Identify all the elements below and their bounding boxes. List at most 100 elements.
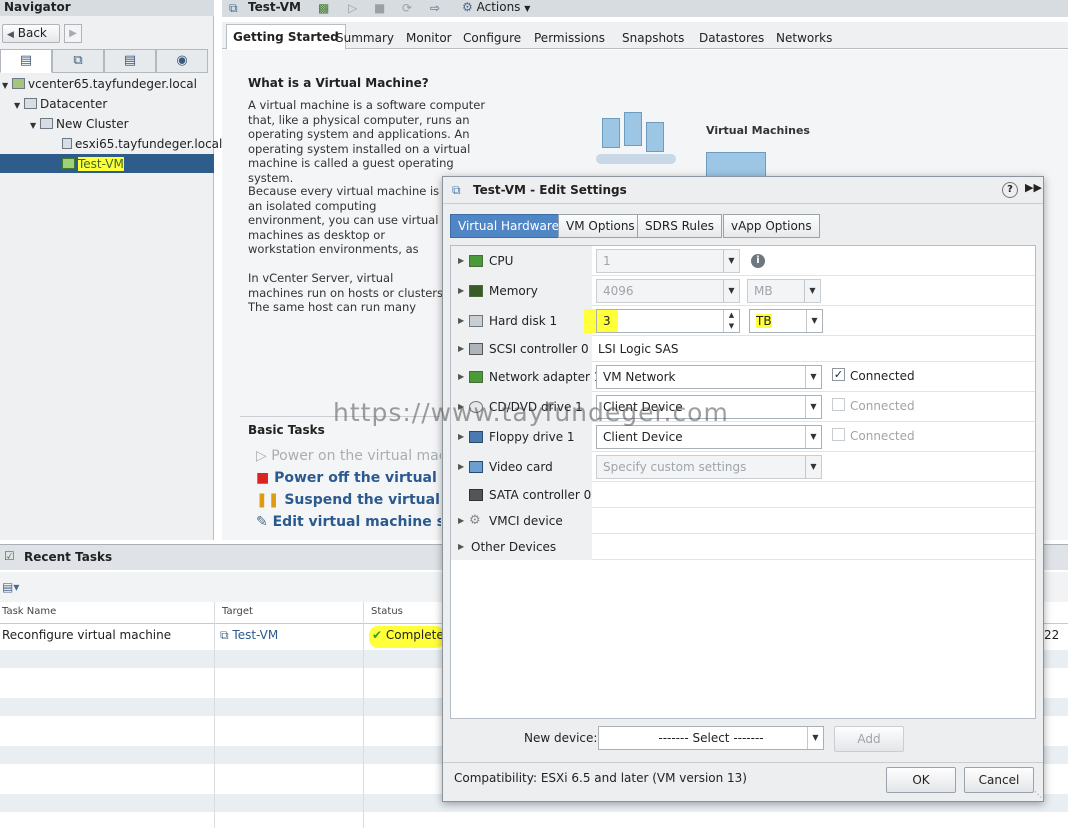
- back-arrow-icon: ◀: [7, 30, 14, 40]
- watermark: https://www.tayfundeger.com: [333, 398, 729, 427]
- tab-networks[interactable]: Networks: [770, 27, 838, 49]
- tree-item-cluster[interactable]: ▼ New Cluster: [30, 115, 129, 133]
- vm-icon: [62, 158, 75, 169]
- paragraph-2: Because every virtual machine is an isol…: [248, 184, 440, 256]
- vcenter-icon: [12, 78, 25, 89]
- network-connected-checkbox[interactable]: ✓: [832, 368, 845, 381]
- resize-grip-icon[interactable]: ⋱: [1034, 790, 1042, 799]
- floppy-connected-checkbox[interactable]: [832, 428, 845, 441]
- networking-tab-icon[interactable]: ◉: [156, 49, 208, 73]
- migrate-icon[interactable]: ⇨: [430, 1, 440, 15]
- cancel-button[interactable]: Cancel: [964, 767, 1034, 793]
- task-power-off[interactable]: ■ Power off the virtual machine: [256, 470, 441, 486]
- cpu-label: CPU: [489, 254, 514, 268]
- sata-label: SATA controller 0: [489, 488, 592, 502]
- virtual-machines-illustration: [596, 112, 766, 180]
- network-label: Network adapter 1: [489, 370, 602, 384]
- cddvd-connected-label: Connected: [850, 399, 915, 413]
- tab-configure[interactable]: Configure: [457, 27, 527, 49]
- expand-caret-icon[interactable]: ▶: [458, 316, 464, 325]
- tab-getting-started[interactable]: Getting Started: [226, 24, 346, 50]
- add-button[interactable]: Add: [834, 726, 904, 752]
- tab-monitor[interactable]: Monitor: [400, 27, 458, 49]
- tree-item-host[interactable]: esxi65.tayfundeger.local: [62, 135, 222, 153]
- hard-disk-size-input[interactable]: 3 ▲ ▼: [596, 309, 740, 333]
- illustration-label: Virtual Machines: [706, 124, 810, 137]
- help-icon[interactable]: ?: [1002, 182, 1018, 198]
- cddvd-connected-checkbox[interactable]: [832, 398, 845, 411]
- vm-icon: ⧉: [220, 628, 229, 642]
- new-device-select[interactable]: ------- Select ------- ▼: [598, 726, 824, 750]
- cpu-select[interactable]: 1 ▼: [596, 249, 740, 273]
- back-button[interactable]: ◀ Back: [2, 24, 60, 43]
- cpu-icon: [469, 255, 483, 267]
- ok-button[interactable]: OK: [886, 767, 956, 793]
- vm-title-icon: ⧉: [229, 1, 238, 15]
- network-select[interactable]: VM Network ▼: [596, 365, 822, 389]
- storage-tab-icon[interactable]: ▤: [104, 49, 156, 73]
- task-suspend[interactable]: ❚❚ Suspend the virtual machine: [256, 492, 441, 508]
- expand-caret-icon[interactable]: ▶: [458, 372, 464, 381]
- video-select[interactable]: Specify custom settings ▼: [596, 455, 822, 479]
- column-divider: [363, 602, 364, 828]
- chevron-down-icon: ▼: [805, 396, 821, 418]
- info-icon[interactable]: i: [751, 254, 765, 268]
- network-connected-label: Connected: [850, 369, 915, 383]
- expand-caret-icon[interactable]: ▶: [458, 344, 464, 353]
- memory-unit-select[interactable]: MB ▼: [747, 279, 821, 303]
- tab-vm-options[interactable]: VM Options: [558, 214, 643, 238]
- video-label: Video card: [489, 460, 553, 474]
- hard-disk-unit-select[interactable]: TB ▼: [749, 309, 823, 333]
- task-target-cell[interactable]: ⧉ Test-VM: [220, 628, 278, 643]
- expand-caret-icon[interactable]: ▶: [458, 542, 464, 551]
- forward-button[interactable]: ▶: [64, 24, 82, 43]
- scsi-controller-icon: [469, 343, 483, 355]
- task-filter-icon[interactable]: ▤▾: [2, 580, 19, 594]
- floppy-label: Floppy drive 1: [489, 430, 575, 444]
- compatibility-text: Compatibility: ESXi 6.5 and later (VM ve…: [454, 771, 747, 785]
- dialog-footer-divider: [443, 762, 1043, 763]
- tab-snapshots[interactable]: Snapshots: [616, 27, 690, 49]
- tree-item-datacenter[interactable]: ▼ Datacenter: [14, 95, 107, 113]
- vms-templates-tab-icon[interactable]: ⧉: [52, 49, 104, 73]
- column-status[interactable]: Status: [371, 606, 403, 617]
- task-edit-settings[interactable]: ✎ Edit virtual machine settings: [256, 514, 441, 530]
- task-name-cell: Reconfigure virtual machine: [2, 628, 172, 642]
- memory-label: Memory: [489, 284, 538, 298]
- play-icon[interactable]: ▷: [348, 1, 357, 15]
- refresh-icon[interactable]: ⟳: [402, 1, 412, 15]
- column-target[interactable]: Target: [222, 606, 253, 617]
- actions-menu[interactable]: ⚙ Actions ▼: [462, 0, 530, 14]
- stop-icon[interactable]: ■: [374, 1, 385, 15]
- spinner-icon[interactable]: ▲ ▼: [723, 310, 739, 332]
- hosts-clusters-tab-icon[interactable]: ▤: [0, 49, 52, 73]
- tab-datastores[interactable]: Datastores: [693, 27, 770, 49]
- floppy-icon: [469, 431, 483, 443]
- vm-dialog-icon: ⧉: [452, 183, 461, 197]
- floppy-select[interactable]: Client Device ▼: [596, 425, 822, 449]
- tab-summary[interactable]: Summary: [330, 27, 400, 49]
- paragraph-3: In vCenter Server, virtual machines run …: [248, 271, 447, 315]
- cluster-icon: [40, 118, 53, 129]
- datacenter-icon: [24, 98, 37, 109]
- tab-sdrs-rules[interactable]: SDRS Rules: [637, 214, 722, 238]
- expand-caret-icon[interactable]: ▶: [458, 516, 464, 525]
- gear-icon: ⚙: [462, 0, 473, 14]
- tab-vapp-options[interactable]: vApp Options: [723, 214, 820, 238]
- expand-caret-icon[interactable]: ▶: [458, 256, 464, 265]
- back-label: Back: [17, 26, 47, 40]
- tree-item-vcenter[interactable]: ▼ vcenter65.tayfundeger.local: [2, 75, 197, 93]
- expand-icon[interactable]: ▶▶: [1025, 181, 1042, 194]
- tree-item-test-vm[interactable]: Test-VM: [62, 155, 124, 173]
- sata-controller-icon: [469, 489, 483, 501]
- paragraph-1: A virtual machine is a software computer…: [248, 98, 486, 185]
- tab-permissions[interactable]: Permissions: [528, 27, 611, 49]
- expand-caret-icon[interactable]: ▶: [458, 462, 464, 471]
- expand-caret-icon[interactable]: ▶: [458, 286, 464, 295]
- task-power-on[interactable]: ▷ Power on the virtual machine: [256, 448, 441, 464]
- memory-input[interactable]: 4096 ▼: [596, 279, 740, 303]
- power-on-toolbar-icon[interactable]: ▩: [318, 1, 329, 15]
- column-task-name[interactable]: Task Name: [2, 606, 56, 617]
- expand-caret-icon[interactable]: ▶: [458, 432, 464, 441]
- tab-virtual-hardware[interactable]: Virtual Hardware: [450, 214, 567, 238]
